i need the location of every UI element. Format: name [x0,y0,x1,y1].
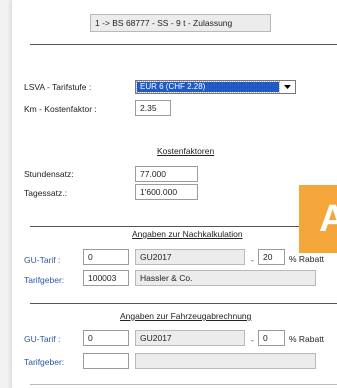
km-label: Km - Kostenfaktor : [24,104,97,114]
gu-tarif-input[interactable]: 0 [83,249,129,265]
fahrzeugabrechnung-title: Angaben zur Fahrzeugabrechnung [120,311,252,321]
badge-letter: A [319,198,337,240]
tagessatz-label: Tagessatz.: [24,188,67,198]
stundensatz-input[interactable]: 77.000 [135,166,198,182]
rabatt-input[interactable]: 0 [258,330,285,346]
tarifgeber-name-field [135,353,316,369]
tarifgeber-name-field: Hassler & Co. [135,270,316,286]
dash-separator: - [251,255,254,265]
gu-tarif-input[interactable]: 0 [83,330,129,346]
chevron-down-icon[interactable] [281,82,294,92]
rabatt-label: % Rabatt [289,334,324,344]
lsva-tarifstufe-select[interactable]: EUR 6 (CHF 2.28) [135,80,296,94]
lsva-label: LSVA - Tarifstufe : [24,82,92,92]
nachkalkulation-title: Angaben zur Nachkalkulation [132,229,243,239]
form-panel: 1 -> BS 68777 - SS - 9 t - Zulassung LSV… [12,0,337,388]
lsva-selected-value: EUR 6 (CHF 2.28) [136,81,280,93]
rabatt-label: % Rabatt [289,254,324,264]
dash-separator: - [251,335,254,345]
divider [30,303,337,304]
divider [30,226,337,227]
stundensatz-label: Stundensatz: [24,169,74,179]
overlay-badge: A [299,185,337,253]
tarifgeber-input[interactable] [83,353,129,369]
gu-tarif-name-field: GU2017 [135,330,245,346]
record-header-field: 1 -> BS 68777 - SS - 9 t - Zulassung [90,14,271,32]
gu-tarif-name-field: GU2017 [135,249,245,265]
divider [30,384,337,385]
tagessatz-input[interactable]: 1'600.000 [135,184,198,200]
rabatt-input[interactable]: 20 [258,249,285,265]
tarifgeber-label: Tarifgeber: [24,275,65,285]
tarifgeber-input[interactable]: 100003 [83,270,129,286]
divider [30,44,337,45]
tarifgeber-label: Tarifgeber: [24,357,65,367]
km-kostenfaktor-input[interactable]: 2.35 [135,100,171,116]
gu-tarif-label: GU-Tarif : [24,255,61,265]
kostenfaktoren-title: Kostenfaktoren [157,146,215,156]
gu-tarif-label: GU-Tarif : [24,334,61,344]
